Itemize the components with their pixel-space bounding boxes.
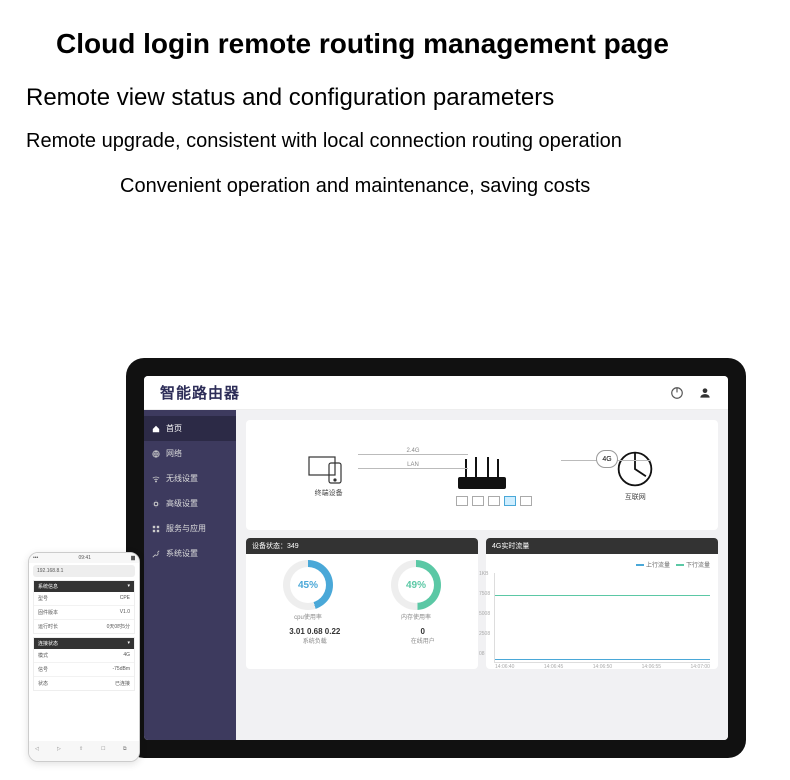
share-icon[interactable]: ⇧ — [79, 746, 89, 756]
page-headline: Cloud login remote routing management pa… — [56, 28, 790, 60]
internet-icon — [613, 449, 657, 489]
page-sub3: Convenient operation and maintenance, sa… — [120, 175, 790, 198]
online-stat: 0 在线用户 — [411, 627, 435, 645]
traffic-legend: 上行流量 下行流量 — [494, 560, 710, 569]
wifi-icon — [152, 475, 160, 483]
tabs-icon[interactable]: ⧉ — [123, 746, 133, 756]
globe-icon — [152, 450, 160, 458]
wrench-icon — [152, 550, 160, 558]
sidebar-item-home[interactable]: 首页 — [144, 416, 236, 441]
phone-urlbar[interactable]: 192.168.8.1 — [33, 565, 135, 577]
sidebar-item-label: 系统设置 — [166, 548, 198, 559]
list-item: 模式4G — [34, 649, 134, 663]
mem-gauge: 49% 内存使用率 — [391, 560, 441, 621]
sidebar-item-wireless[interactable]: 无线设置 — [144, 466, 236, 491]
sidebar-item-system[interactable]: 系统设置 — [144, 541, 236, 566]
sidebar-item-advanced[interactable]: 高级设置 — [144, 491, 236, 516]
user-icon[interactable] — [698, 386, 712, 400]
devices-icon — [307, 453, 351, 485]
series-down — [495, 595, 710, 596]
phone-section-2: 连接状态▾ 模式4G 信号-75dBm 状态已连接 — [33, 637, 135, 691]
app-brand: 智能路由器 — [160, 382, 240, 403]
sidebar-item-label: 无线设置 — [166, 473, 198, 484]
content-area: 终端设备 2.4G LAN 4G — [236, 410, 728, 740]
phone-statusbar: ••• 09:41 ▆ — [29, 553, 139, 563]
port-3 — [488, 496, 500, 506]
link-24g: 2.4G — [358, 454, 468, 461]
terminal-node: 终端设备 — [307, 453, 351, 498]
series-up — [495, 659, 710, 660]
port-5 — [520, 496, 532, 506]
stats-card-title: 设备状态：349 — [246, 538, 478, 554]
page-sub1: Remote view status and configuration par… — [26, 84, 790, 112]
list-item: 固件版本V1.0 — [34, 606, 134, 620]
sidebar: 首页 网络 无线设置 高级设置 服务与应用 — [144, 410, 236, 740]
port-row — [456, 496, 532, 506]
topbar: 智能路由器 — [144, 376, 728, 410]
badge-4g: 4G — [596, 450, 618, 468]
home-icon — [152, 425, 160, 433]
phone-time: 09:41 — [78, 555, 91, 561]
bookmark-icon[interactable]: ☐ — [101, 746, 111, 756]
port-4 — [504, 496, 516, 506]
internet-label: 互联网 — [625, 492, 646, 502]
laptop-frame: 智能路由器 首页 网络 无线设置 — [126, 358, 746, 758]
phone-toolbar: ◁ ▷ ⇧ ☐ ⧉ — [29, 741, 139, 761]
traffic-card-head: 4G实时流量 — [486, 538, 718, 554]
power-icon[interactable] — [670, 386, 684, 400]
list-item: 型号CPE — [34, 592, 134, 606]
internet-node: 互联网 — [613, 449, 657, 502]
port-1 — [456, 496, 468, 506]
topology-diagram: 终端设备 2.4G LAN 4G — [246, 420, 718, 530]
list-item: 状态已连接 — [34, 677, 134, 690]
traffic-chart: 1KB 7508 5008 2508 08 14:06:40 14:06:45 … — [494, 573, 710, 663]
link-lan: LAN — [358, 468, 468, 475]
phone-section-1: 系统信息▾ 型号CPE 固件版本V1.0 运行时长0天0时5分 — [33, 580, 135, 634]
terminal-label: 终端设备 — [315, 488, 343, 498]
signal-icon: ••• — [33, 555, 38, 561]
grid-icon — [152, 525, 160, 533]
page-sub2: Remote upgrade, consistent with local co… — [26, 130, 790, 153]
sidebar-item-label: 网络 — [166, 448, 182, 459]
list-item: 运行时长0天0时5分 — [34, 620, 134, 633]
laptop-screen: 智能路由器 首页 网络 无线设置 — [144, 376, 728, 740]
back-icon[interactable]: ◁ — [35, 746, 45, 756]
cpu-gauge: 45% cpu使用率 — [283, 560, 333, 621]
load-stat: 3.01 0.68 0.22 系统负载 — [289, 627, 340, 645]
stats-card: 设备状态：349 45% cpu使用率 49% 内存使用率 — [246, 538, 478, 669]
list-item: 信号-75dBm — [34, 663, 134, 677]
sidebar-item-label: 高级设置 — [166, 498, 198, 509]
phone-frame: ••• 09:41 ▆ 192.168.8.1 系统信息▾ 型号CPE 固件版本… — [28, 552, 140, 762]
sidebar-item-network[interactable]: 网络 — [144, 441, 236, 466]
battery-icon: ▆ — [131, 555, 135, 561]
router-icon — [452, 455, 512, 495]
sidebar-item-services[interactable]: 服务与应用 — [144, 516, 236, 541]
router-node — [452, 455, 512, 495]
topbar-actions — [670, 386, 712, 400]
gear-icon — [152, 500, 160, 508]
sidebar-item-label: 首页 — [166, 423, 182, 434]
sidebar-item-label: 服务与应用 — [166, 523, 206, 534]
forward-icon[interactable]: ▷ — [57, 746, 67, 756]
traffic-card: 4G实时流量 上行流量 下行流量 1KB 7508 5008 2508 08 — [486, 538, 718, 669]
port-2 — [472, 496, 484, 506]
